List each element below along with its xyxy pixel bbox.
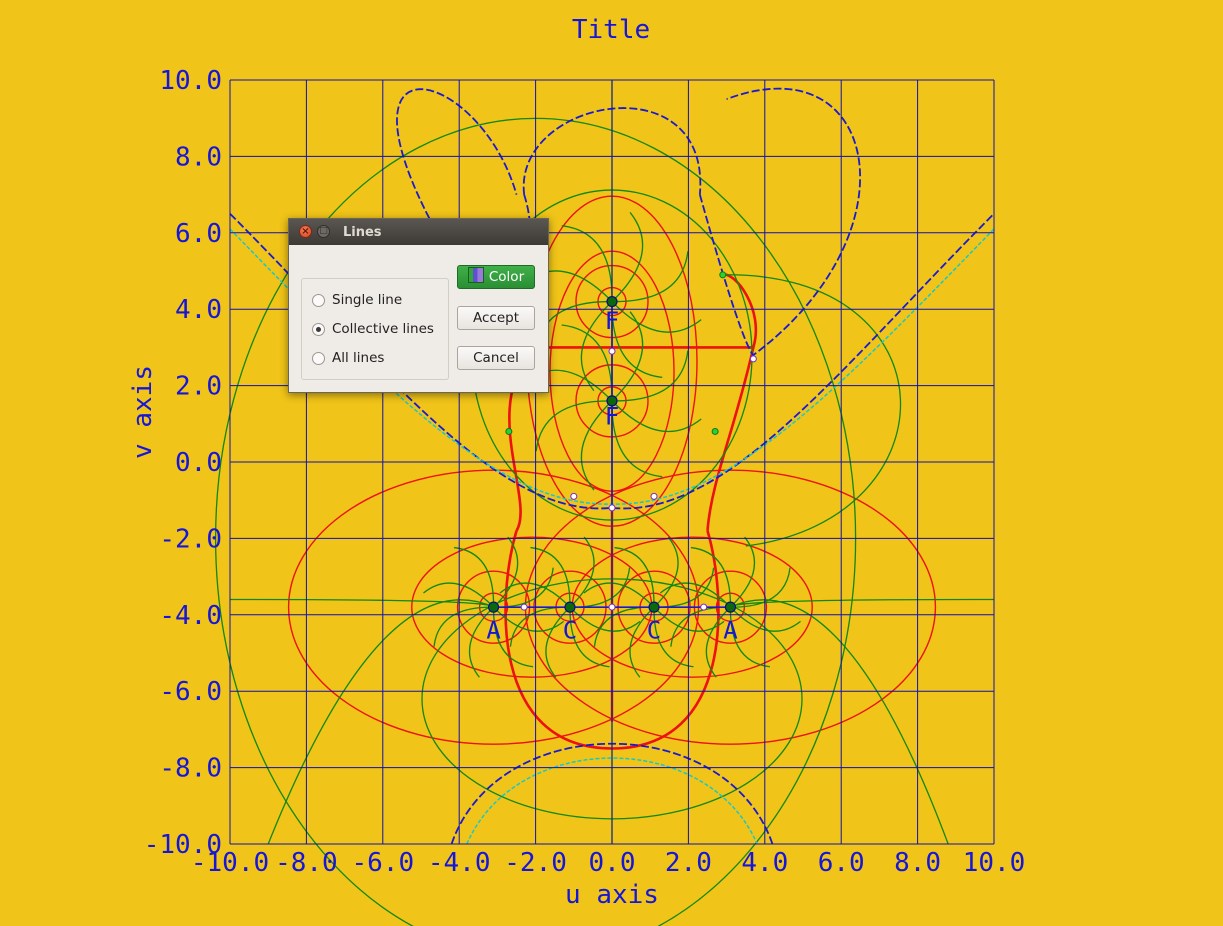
radio-button-selected-icon[interactable] bbox=[312, 322, 325, 336]
chart-title: Title bbox=[572, 15, 650, 45]
x-tick-label: -2.0 bbox=[504, 848, 567, 878]
y-tick-label: 2.0 bbox=[175, 372, 222, 402]
cancel-button[interactable]: Cancel bbox=[457, 346, 535, 370]
y-tick-label: 8.0 bbox=[175, 142, 222, 172]
lines-dialog: × □ Lines Single line Collective lines A… bbox=[288, 218, 549, 393]
pole-marker bbox=[564, 601, 576, 613]
close-icon[interactable]: × bbox=[299, 225, 312, 238]
y-tick-label: 0.0 bbox=[175, 448, 222, 478]
field-line bbox=[653, 536, 679, 608]
fixed-point bbox=[711, 427, 719, 435]
x-tick-label: 10.0 bbox=[963, 848, 1026, 878]
x-tick-label: 0.0 bbox=[589, 848, 636, 878]
saddle-point bbox=[608, 347, 616, 355]
field-line bbox=[730, 599, 949, 845]
radio-label: Single line bbox=[332, 292, 403, 308]
saddle-point bbox=[608, 504, 616, 512]
field-line bbox=[499, 582, 571, 608]
radio-collective-lines[interactable]: Collective lines bbox=[312, 320, 434, 338]
maximize-icon[interactable]: □ bbox=[317, 225, 330, 238]
y-tick-label: -2.0 bbox=[159, 524, 222, 554]
x-tick-label: -8.0 bbox=[275, 848, 338, 878]
color-button-label: Color bbox=[488, 269, 525, 285]
x-tick-label: -4.0 bbox=[428, 848, 491, 878]
pole-label: F bbox=[605, 307, 619, 335]
line-mode-group: Single line Collective lines All lines bbox=[301, 278, 449, 380]
x-tick-label: 2.0 bbox=[665, 848, 712, 878]
radio-button-icon[interactable] bbox=[312, 293, 325, 307]
fixed-point bbox=[719, 271, 727, 279]
saddle-point bbox=[520, 603, 528, 611]
saddle-point bbox=[749, 355, 757, 363]
y-tick-label: -10.0 bbox=[144, 830, 222, 860]
pole-label: F bbox=[605, 403, 619, 431]
y-tick-label: 6.0 bbox=[175, 219, 222, 249]
pole-label: A bbox=[723, 616, 738, 644]
dialog-titlebar[interactable]: × □ Lines bbox=[289, 219, 548, 245]
saddle-point bbox=[570, 492, 578, 500]
radio-label: Collective lines bbox=[332, 321, 434, 337]
x-tick-label: 6.0 bbox=[818, 848, 865, 878]
y-tick-label: 10.0 bbox=[159, 66, 222, 96]
y-tick-label: -4.0 bbox=[159, 601, 222, 631]
saddle-point bbox=[608, 603, 616, 611]
color-button[interactable]: Color bbox=[457, 265, 535, 289]
field-curves bbox=[215, 80, 995, 926]
radio-label: All lines bbox=[332, 350, 385, 366]
radio-single-line[interactable]: Single line bbox=[312, 291, 402, 309]
plot-area: F F A C C A -10.0 -8.0 -6.0 -4.0 -2.0 0.0 2.0 4.0 6.0… bbox=[128, 15, 1026, 926]
saddle-point bbox=[700, 603, 708, 611]
separatrix-red bbox=[706, 347, 755, 531]
field-line bbox=[729, 536, 756, 608]
pole-label: A bbox=[486, 616, 501, 644]
saddle-point bbox=[650, 492, 658, 500]
y-tick-label: -8.0 bbox=[159, 754, 222, 784]
pole-label: C bbox=[563, 616, 577, 644]
radio-all-lines[interactable]: All lines bbox=[312, 349, 384, 367]
field-line bbox=[583, 582, 655, 608]
separatrix-dashed bbox=[698, 87, 861, 357]
pole-marker bbox=[724, 601, 737, 613]
pole-marker bbox=[648, 601, 660, 613]
x-tick-label: 8.0 bbox=[894, 848, 941, 878]
field-line bbox=[569, 606, 641, 632]
field-line bbox=[722, 274, 902, 547]
color-swatch-icon bbox=[467, 267, 484, 283]
pole-marker bbox=[606, 295, 618, 308]
fixed-point bbox=[505, 427, 513, 435]
plot-grid bbox=[229, 79, 995, 845]
x-tick-label: -6.0 bbox=[351, 848, 414, 878]
x-tick-label: 4.0 bbox=[741, 848, 788, 878]
accept-button[interactable]: Accept bbox=[457, 306, 535, 330]
pole-label: C bbox=[647, 616, 661, 644]
y-tick-label: -6.0 bbox=[159, 677, 222, 707]
axis-ticks: -10.0 -8.0 -6.0 -4.0 -2.0 0.0 2.0 4.0 6.0 8.0 10.0… bbox=[144, 66, 1026, 878]
y-axis-label: v axis bbox=[128, 365, 158, 459]
field-line bbox=[659, 582, 731, 608]
dialog-title: Lines bbox=[343, 225, 382, 240]
x-axis-label: u axis bbox=[565, 880, 659, 910]
radio-button-icon[interactable] bbox=[312, 351, 325, 365]
pole-marker bbox=[487, 601, 500, 613]
y-tick-label: 4.0 bbox=[175, 295, 222, 325]
